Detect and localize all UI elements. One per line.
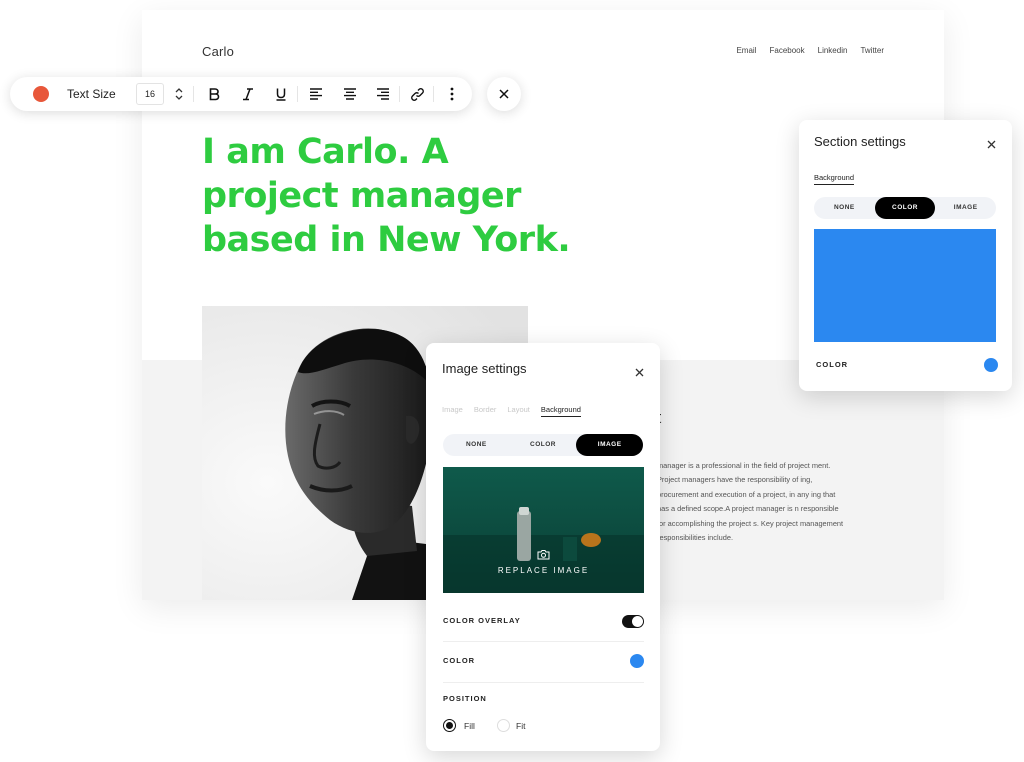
- bold-icon[interactable]: [204, 84, 224, 104]
- image-settings-title: Image settings: [442, 361, 527, 376]
- align-left-icon[interactable]: [306, 84, 326, 104]
- image-settings-tabs: Image Border Layout Background: [442, 405, 581, 417]
- text-format-toolbar: Text Size 16: [10, 77, 472, 111]
- italic-icon[interactable]: [238, 84, 258, 104]
- background-color-preview[interactable]: [814, 229, 996, 342]
- camera-icon: [537, 547, 550, 565]
- image-color-label: COLOR: [443, 656, 476, 665]
- image-color-swatch[interactable]: [630, 654, 644, 668]
- nav-link-twitter[interactable]: Twitter: [860, 46, 884, 55]
- position-fill-label[interactable]: Fill: [464, 721, 475, 731]
- text-size-input[interactable]: 16: [136, 83, 164, 105]
- replace-image-button[interactable]: REPLACE IMAGE: [443, 566, 644, 575]
- close-icon: [499, 89, 509, 99]
- segment-image[interactable]: IMAGE: [935, 197, 996, 219]
- segment-color[interactable]: COLOR: [510, 434, 577, 456]
- segment-color[interactable]: COLOR: [874, 197, 936, 219]
- divider: [443, 641, 644, 642]
- divider: [443, 682, 644, 683]
- position-fit-radio[interactable]: [497, 719, 510, 732]
- section-tab-background[interactable]: Background: [814, 173, 855, 185]
- tab-background[interactable]: Background: [540, 405, 581, 417]
- segment-image[interactable]: IMAGE: [576, 434, 644, 456]
- toolbar-divider: [193, 86, 194, 102]
- nav-link-linkedin[interactable]: Linkedin: [818, 46, 848, 55]
- tab-border[interactable]: Border: [474, 405, 497, 417]
- underline-icon[interactable]: [271, 84, 291, 104]
- section-background-type-selector: NONE COLOR IMAGE: [814, 197, 996, 219]
- position-label: POSITION: [443, 694, 487, 703]
- image-settings-close-button[interactable]: [635, 364, 644, 382]
- image-settings-panel: Image settings Image Border Layout Backg…: [426, 343, 660, 751]
- image-background-type-selector: NONE COLOR IMAGE: [443, 434, 644, 456]
- section-color-swatch[interactable]: [984, 358, 998, 372]
- text-size-stepper-icon[interactable]: [173, 86, 185, 102]
- link-icon[interactable]: [407, 84, 427, 104]
- color-overlay-label: COLOR OVERLAY: [443, 616, 521, 625]
- background-image-thumbnail[interactable]: REPLACE IMAGE: [443, 467, 644, 593]
- position-fill-radio[interactable]: [443, 719, 456, 732]
- segment-none[interactable]: NONE: [814, 197, 875, 219]
- section-settings-panel: Section settings Background NONE COLOR I…: [799, 120, 1012, 391]
- close-icon: [635, 368, 644, 377]
- nav-link-email[interactable]: Email: [736, 46, 756, 55]
- section-settings-title: Section settings: [814, 134, 906, 149]
- segment-none[interactable]: NONE: [443, 434, 510, 456]
- toolbar-divider: [297, 86, 298, 102]
- align-center-icon[interactable]: [340, 84, 360, 104]
- text-color-swatch[interactable]: [33, 86, 49, 102]
- section-color-label: COLOR: [816, 360, 849, 369]
- section-settings-close-button[interactable]: [987, 136, 996, 154]
- hero-heading[interactable]: I am Carlo. A project manager based in N…: [202, 130, 582, 262]
- text-size-label: Text Size: [67, 87, 116, 101]
- position-fit-label[interactable]: Fit: [516, 721, 525, 731]
- more-icon[interactable]: [442, 84, 462, 104]
- site-logo[interactable]: Carlo: [202, 44, 234, 59]
- nav-link-facebook[interactable]: Facebook: [769, 46, 804, 55]
- toolbar-divider: [433, 86, 434, 102]
- close-icon: [987, 140, 996, 149]
- align-right-icon[interactable]: [373, 84, 393, 104]
- tab-image[interactable]: Image: [442, 405, 463, 417]
- toolbar-divider: [399, 86, 400, 102]
- tab-layout[interactable]: Layout: [507, 405, 530, 417]
- toolbar-close-button[interactable]: [487, 77, 521, 111]
- site-nav: Email Facebook Linkedin Twitter: [736, 46, 884, 55]
- color-overlay-toggle[interactable]: [622, 615, 644, 628]
- about-paragraph: manager is a professional in the field o…: [657, 461, 844, 543]
